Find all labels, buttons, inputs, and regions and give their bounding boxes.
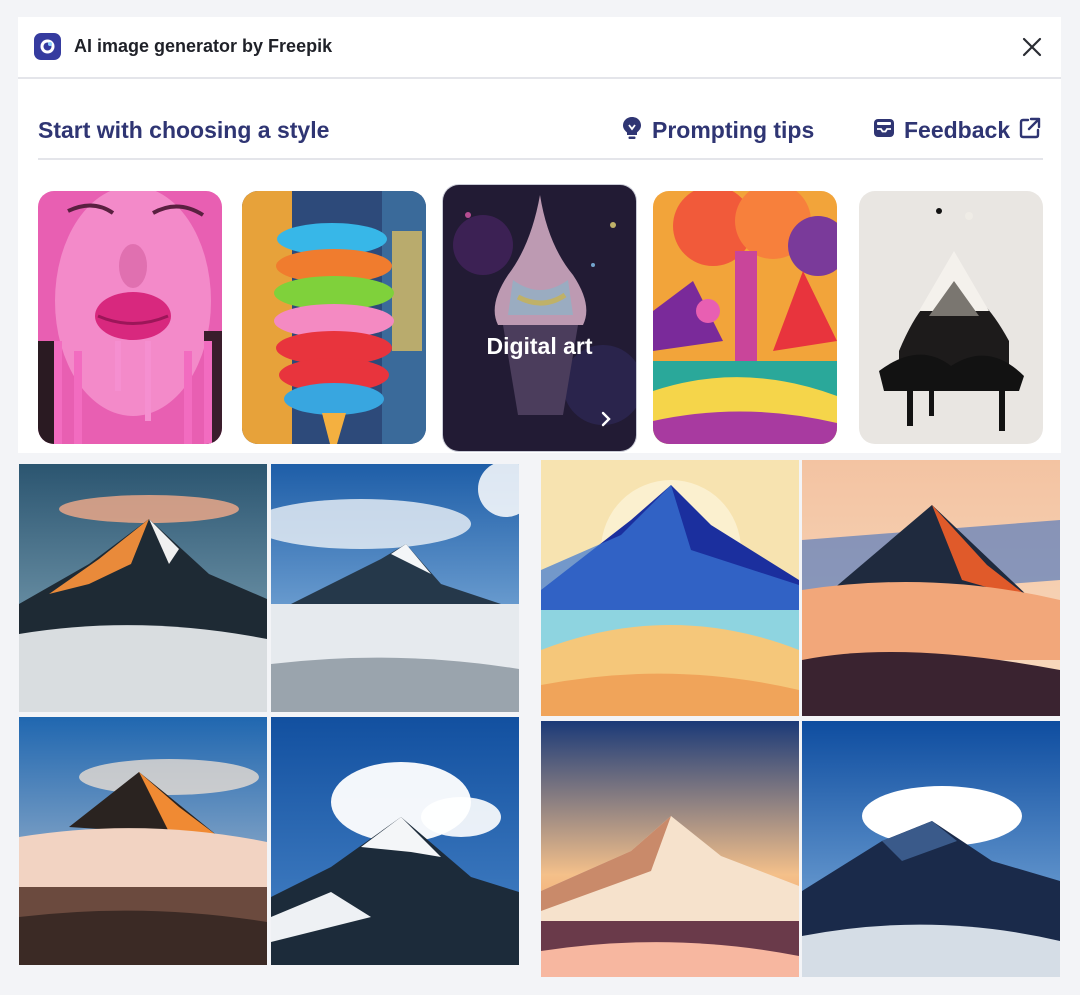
freepik-ai-icon: [34, 33, 61, 60]
page-title: Start with choosing a style: [38, 117, 330, 143]
title-bar: AI image generator by Freepik: [18, 17, 1061, 79]
lightbulb-icon: [620, 115, 644, 146]
inbox-icon: [872, 116, 896, 145]
result-image[interactable]: [541, 460, 799, 716]
external-link-icon: [1018, 116, 1042, 145]
style-card-digital-art[interactable]: Digital art: [443, 185, 636, 451]
style-card-label: Digital art: [486, 333, 593, 359]
prompting-tips-label: Prompting tips: [652, 116, 815, 143]
feedback-label: Feedback: [904, 116, 1011, 143]
chevron-right-icon: [598, 409, 614, 434]
style-card-ink-splash-mountain[interactable]: [859, 191, 1043, 444]
result-image[interactable]: [19, 464, 267, 712]
style-header: Start with choosing a style Prompting ti…: [38, 113, 1043, 147]
result-image[interactable]: [271, 464, 519, 712]
prompting-tips-link[interactable]: Prompting tips: [620, 113, 814, 147]
style-panel: AI image generator by Freepik Start with…: [18, 17, 1061, 453]
result-image[interactable]: [271, 717, 519, 965]
close-icon[interactable]: [1018, 33, 1046, 61]
style-card-psychedelic-landscape[interactable]: [653, 191, 837, 444]
feedback-link[interactable]: Feedback: [872, 113, 1042, 147]
window-title: AI image generator by Freepik: [74, 36, 333, 56]
result-image[interactable]: [802, 721, 1060, 977]
result-image[interactable]: [541, 721, 799, 977]
divider: [38, 158, 1043, 160]
style-card-ice-cream-painting[interactable]: [242, 191, 426, 444]
result-image[interactable]: [19, 717, 267, 965]
result-image[interactable]: [802, 460, 1060, 716]
style-card-pink-drip-portrait[interactable]: [38, 191, 222, 444]
